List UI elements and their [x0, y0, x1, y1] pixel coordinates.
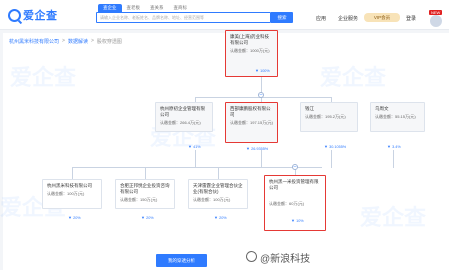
node-name: 天津雷霆企业管理合伙企业(有限合伙) [193, 183, 243, 194]
vip-button[interactable]: VIP会员 [364, 13, 400, 22]
tab-trademark[interactable]: 查商标 [169, 4, 193, 12]
shareholder-node-top[interactable]: 康美(上海)药业科技有限公司 认缴金额：1000万(元) [225, 30, 278, 77]
node-name: 西部康鹏股权有限公司 [230, 106, 271, 117]
logo-text: 爱企查 [23, 10, 58, 22]
search-button[interactable]: 搜索 [271, 12, 293, 23]
shareholder-node-mid-3[interactable]: 钱江 认缴金额：195.2万(元) [300, 102, 358, 132]
tab-relation[interactable]: 查关系 [145, 4, 169, 12]
search-placeholder: 请输入企业名称、老板姓名、品牌名称、地址、经营范围等 [100, 15, 204, 20]
avatar[interactable] [430, 15, 442, 27]
node-capital: 认缴金额：150万(元) [120, 197, 158, 202]
background-watermark: 爱企查 [320, 65, 387, 90]
breadcrumb: 杭州黑米科技有限公司 > 数据解读 > 股权穿透图 [9, 38, 122, 45]
node-capital: 认缴金额：197.15万(元) [230, 120, 273, 125]
node-capital: 认缴金额：100万(元) [47, 191, 85, 196]
equity-percent: ▼ 20% [68, 215, 81, 220]
investee-node-1[interactable]: 杭州黑米科技有限公司 认缴金额：100万(元) [42, 179, 102, 209]
node-capital: 认缴金额：100万(元) [193, 197, 231, 202]
node-name: 乌周文 [375, 106, 389, 111]
equity-percent: ▼ 20% [214, 215, 227, 220]
breadcrumb-current: 股权穿透图 [96, 39, 122, 45]
node-capital: 认缴金额：55.15万(元) [375, 114, 416, 119]
node-capital: 认缴金额：266.4万(元) [160, 120, 201, 125]
analysis-button[interactable]: 我的穿透分析 [156, 254, 207, 267]
investee-node-3[interactable]: 天津雷霆企业管理合伙企业(有限合伙) 认缴金额：100万(元) [188, 179, 248, 209]
shareholder-node-mid-2[interactable]: 西部康鹏股权有限公司 认缴金额：197.15万(元) [225, 102, 278, 143]
node-capital: 认缴金额：195.2万(元) [305, 114, 346, 119]
node-name: 杭州黑米科技有限公司 [47, 183, 92, 188]
logo[interactable]: 爱企查 [8, 8, 58, 22]
expand-toggle[interactable]: – [292, 164, 298, 170]
search-input[interactable]: 请输入企业名称、老板姓名、品牌名称、地址、经营范围等 [96, 12, 271, 23]
weibo-icon [246, 251, 257, 262]
investee-node-2[interactable]: 合肥正邦悦企业投资咨询有限公司 认缴金额：150万(元) [115, 179, 175, 209]
node-capital: 认缴金额：60万(元) [269, 201, 305, 206]
nav-corp[interactable]: 企业服务 [338, 15, 358, 22]
shareholder-node-mid-4[interactable]: 乌周文 认缴金额：55.15万(元) [370, 102, 425, 132]
tab-company[interactable]: 查企业 [98, 4, 122, 12]
background-watermark: 爱企查 [360, 205, 427, 230]
equity-percent: ▼ 30.1055% [324, 144, 347, 149]
breadcrumb-company[interactable]: 杭州黑米科技有限公司 [9, 38, 59, 45]
equity-percent: ▼ 3.4% [387, 144, 401, 149]
equity-percent: ▼ 20% [141, 215, 154, 220]
breadcrumb-data[interactable]: 数据解读 [68, 38, 88, 45]
tab-boss[interactable]: 查老板 [122, 4, 146, 12]
node-name: 杭州原初企业管理有限公司 [160, 106, 205, 117]
source-watermark: @新浪科技 [260, 254, 311, 265]
shareholder-node-mid-1[interactable]: 杭州原初企业管理有限公司 认缴金额：266.4万(元) [155, 102, 213, 132]
equity-percent: ▼ 26.9355% [246, 146, 269, 151]
equity-percent: ▼ 41% [188, 144, 201, 149]
nav-login[interactable]: 登录 [406, 15, 416, 22]
background-watermark: 爱企查 [10, 65, 77, 90]
equity-percent: ▼ 100% [255, 68, 270, 73]
node-capital: 认缴金额：1000万(元) [230, 48, 270, 53]
expand-toggle[interactable]: – [258, 92, 264, 98]
node-name: 合肥正邦悦企业投资咨询有限公司 [120, 183, 170, 194]
node-name: 杭州黑一米投资管理有限公司 [269, 179, 319, 190]
nav-app[interactable]: 应用 [316, 15, 326, 22]
logo-icon [8, 8, 21, 22]
equity-percent: ▼ 10% [291, 218, 304, 223]
search-tabs: 查企业 查老板 查关系 查商标 [98, 4, 192, 12]
node-name: 康美(上海)药业科技有限公司 [230, 34, 269, 45]
node-name: 钱江 [305, 106, 314, 111]
